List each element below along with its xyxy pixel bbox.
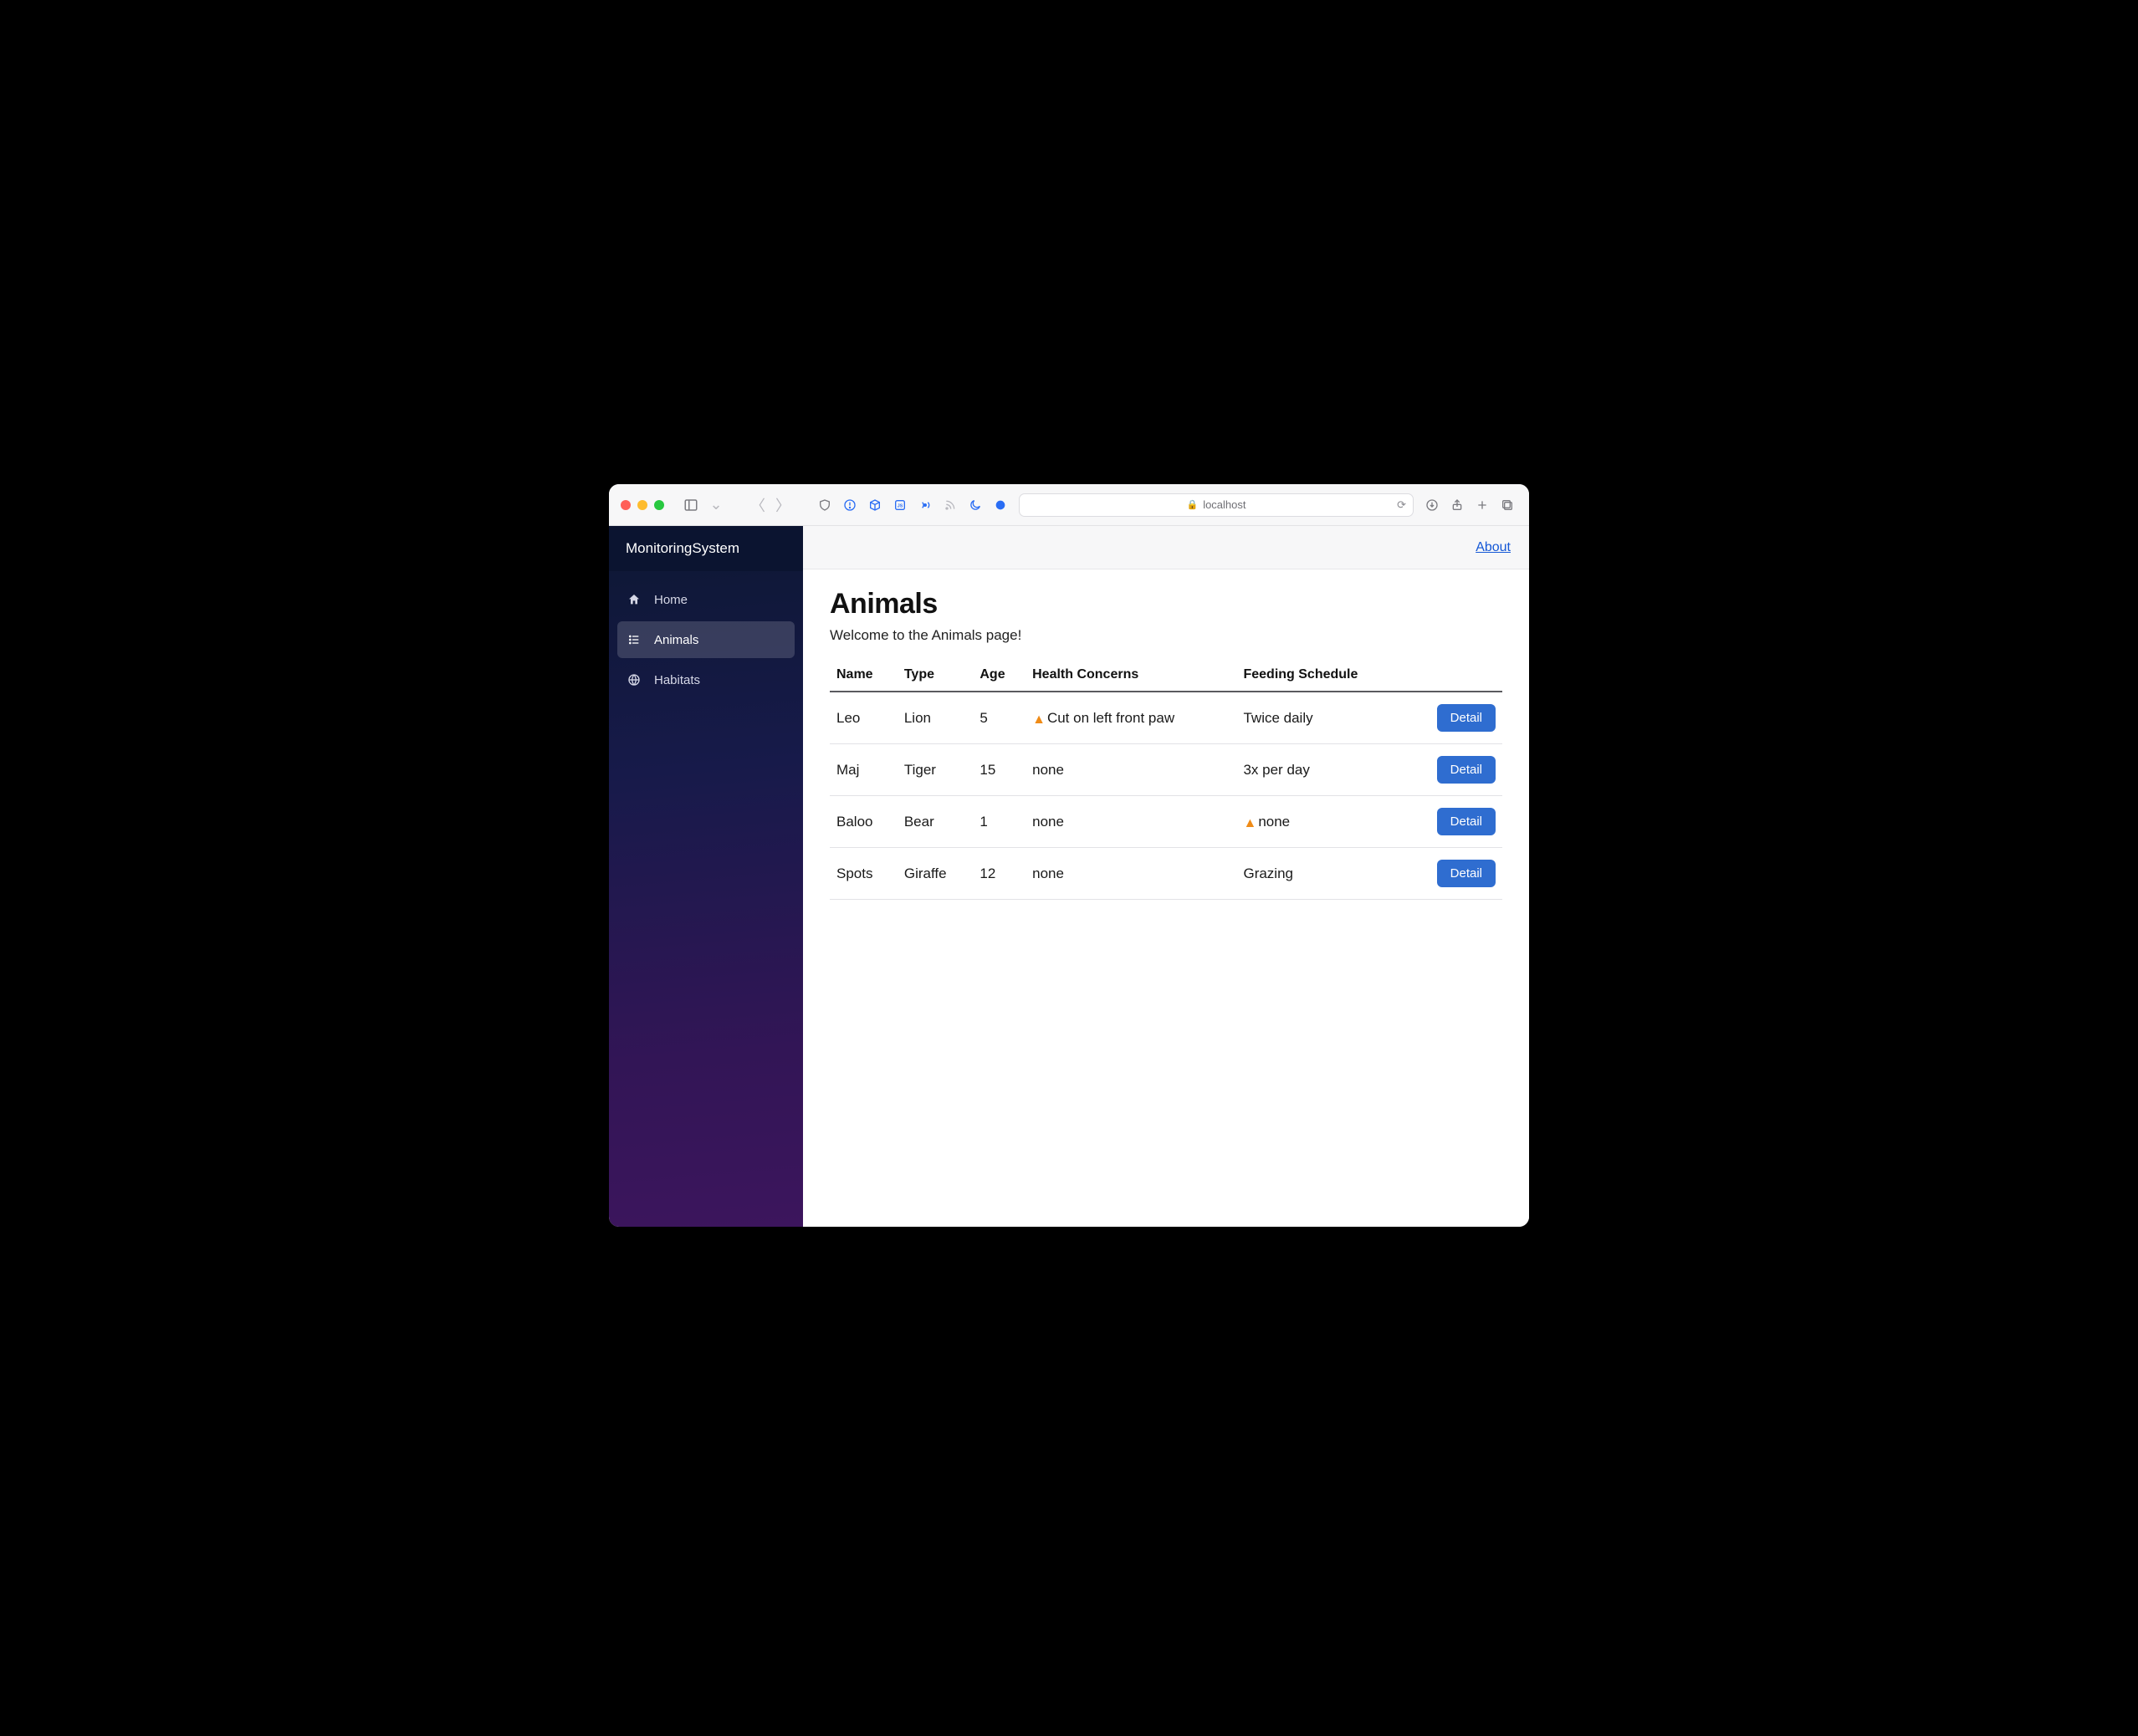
cell-actions: Detail (1410, 744, 1502, 796)
sidebar-item-home[interactable]: Home (617, 581, 795, 618)
cell-age: 5 (973, 692, 1026, 744)
brand-title: MonitoringSystem (609, 526, 803, 571)
lock-icon: 🔒 (1186, 499, 1198, 510)
table-row: BalooBear1none▲none Detail (830, 796, 1502, 848)
cell-type: Bear (898, 796, 974, 848)
sidebar-item-animals[interactable]: Animals (617, 621, 795, 658)
maximize-window-button[interactable] (654, 500, 664, 510)
extension-js-icon[interactable]: JS (890, 495, 910, 515)
table-body: LeoLion5▲Cut on left front pawTwice dail… (830, 692, 1502, 900)
table-header-row: NameTypeAgeHealth ConcernsFeeding Schedu… (830, 659, 1502, 692)
cell-health: none (1026, 744, 1236, 796)
address-text: localhost (1203, 498, 1245, 511)
detail-button[interactable]: Detail (1437, 860, 1496, 887)
page-title: Animals (830, 588, 1502, 620)
extension-moon-icon[interactable] (965, 495, 985, 515)
cell-type: Giraffe (898, 848, 974, 900)
cell-actions: Detail (1410, 692, 1502, 744)
sidebar-item-label: Animals (654, 633, 698, 647)
cell-health: ▲Cut on left front paw (1026, 692, 1236, 744)
cell-name: Spots (830, 848, 898, 900)
share-icon[interactable] (1447, 495, 1467, 515)
column-header: Type (898, 659, 974, 692)
list-icon (627, 633, 642, 646)
column-header: Age (973, 659, 1026, 692)
back-button[interactable]: 〈 (748, 495, 768, 515)
warning-icon: ▲ (1032, 713, 1046, 727)
extension-rss-icon[interactable] (940, 495, 960, 515)
svg-text:JS: JS (898, 503, 903, 508)
chevron-down-icon[interactable]: ⌄ (706, 495, 726, 515)
cell-health: none (1026, 848, 1236, 900)
detail-button[interactable]: Detail (1437, 756, 1496, 784)
forward-button[interactable]: 〉 (773, 495, 793, 515)
cell-health: none (1026, 796, 1236, 848)
close-window-button[interactable] (621, 500, 631, 510)
cell-feeding: Grazing (1236, 848, 1410, 900)
sidebar-item-label: Habitats (654, 673, 700, 687)
sidebar: MonitoringSystem Home Animals Habitats (609, 526, 803, 1227)
table-row: MajTiger15none3x per day Detail (830, 744, 1502, 796)
cell-actions: Detail (1410, 796, 1502, 848)
sidebar-item-label: Home (654, 593, 688, 607)
home-icon (627, 593, 642, 606)
cell-type: Lion (898, 692, 974, 744)
table-row: LeoLion5▲Cut on left front pawTwice dail… (830, 692, 1502, 744)
shield-icon[interactable] (815, 495, 835, 515)
globe-icon (627, 673, 642, 687)
cell-age: 1 (973, 796, 1026, 848)
reload-icon[interactable]: ⟳ (1397, 498, 1406, 512)
sidebar-toggle-icon[interactable] (681, 495, 701, 515)
downloads-icon[interactable] (1422, 495, 1442, 515)
column-header: Health Concerns (1026, 659, 1236, 692)
extension-broadcast-icon[interactable] (915, 495, 935, 515)
tabs-overview-icon[interactable] (1497, 495, 1517, 515)
cell-feeding: Twice daily (1236, 692, 1410, 744)
new-tab-icon[interactable] (1472, 495, 1492, 515)
table-row: SpotsGiraffe12noneGrazing Detail (830, 848, 1502, 900)
column-header-actions (1410, 659, 1502, 692)
app-viewport: MonitoringSystem Home Animals Habitats Abo… (609, 526, 1529, 1227)
topbar: About (803, 526, 1529, 569)
browser-toolbar: ⌄ 〈 〉 JS (609, 484, 1529, 526)
column-header: Name (830, 659, 898, 692)
minimize-window-button[interactable] (637, 500, 647, 510)
cell-age: 12 (973, 848, 1026, 900)
cell-type: Tiger (898, 744, 974, 796)
cell-feeding: 3x per day (1236, 744, 1410, 796)
address-bar[interactable]: 🔒 localhost ⟳ (1019, 493, 1414, 517)
main-content: Animals Welcome to the Animals page! Nam… (803, 569, 1529, 918)
cell-name: Maj (830, 744, 898, 796)
cell-feeding: ▲none (1236, 796, 1410, 848)
extension-globe-icon[interactable] (990, 495, 1010, 515)
sidebar-nav: Home Animals Habitats (609, 571, 803, 708)
extension-cube-icon[interactable] (865, 495, 885, 515)
cell-age: 15 (973, 744, 1026, 796)
animals-table: NameTypeAgeHealth ConcernsFeeding Schedu… (830, 659, 1502, 900)
cell-name: Baloo (830, 796, 898, 848)
sidebar-item-habitats[interactable]: Habitats (617, 661, 795, 698)
detail-button[interactable]: Detail (1437, 704, 1496, 732)
content-area: About Animals Welcome to the Animals pag… (803, 526, 1529, 1227)
detail-button[interactable]: Detail (1437, 808, 1496, 835)
column-header: Feeding Schedule (1236, 659, 1410, 692)
page-subtitle: Welcome to the Animals page! (830, 627, 1502, 644)
browser-window: ⌄ 〈 〉 JS (609, 484, 1529, 1227)
cell-name: Leo (830, 692, 898, 744)
warning-icon: ▲ (1243, 817, 1256, 830)
extension-badge-icon[interactable] (840, 495, 860, 515)
window-controls (621, 500, 664, 510)
cell-actions: Detail (1410, 848, 1502, 900)
about-link[interactable]: About (1476, 540, 1511, 555)
